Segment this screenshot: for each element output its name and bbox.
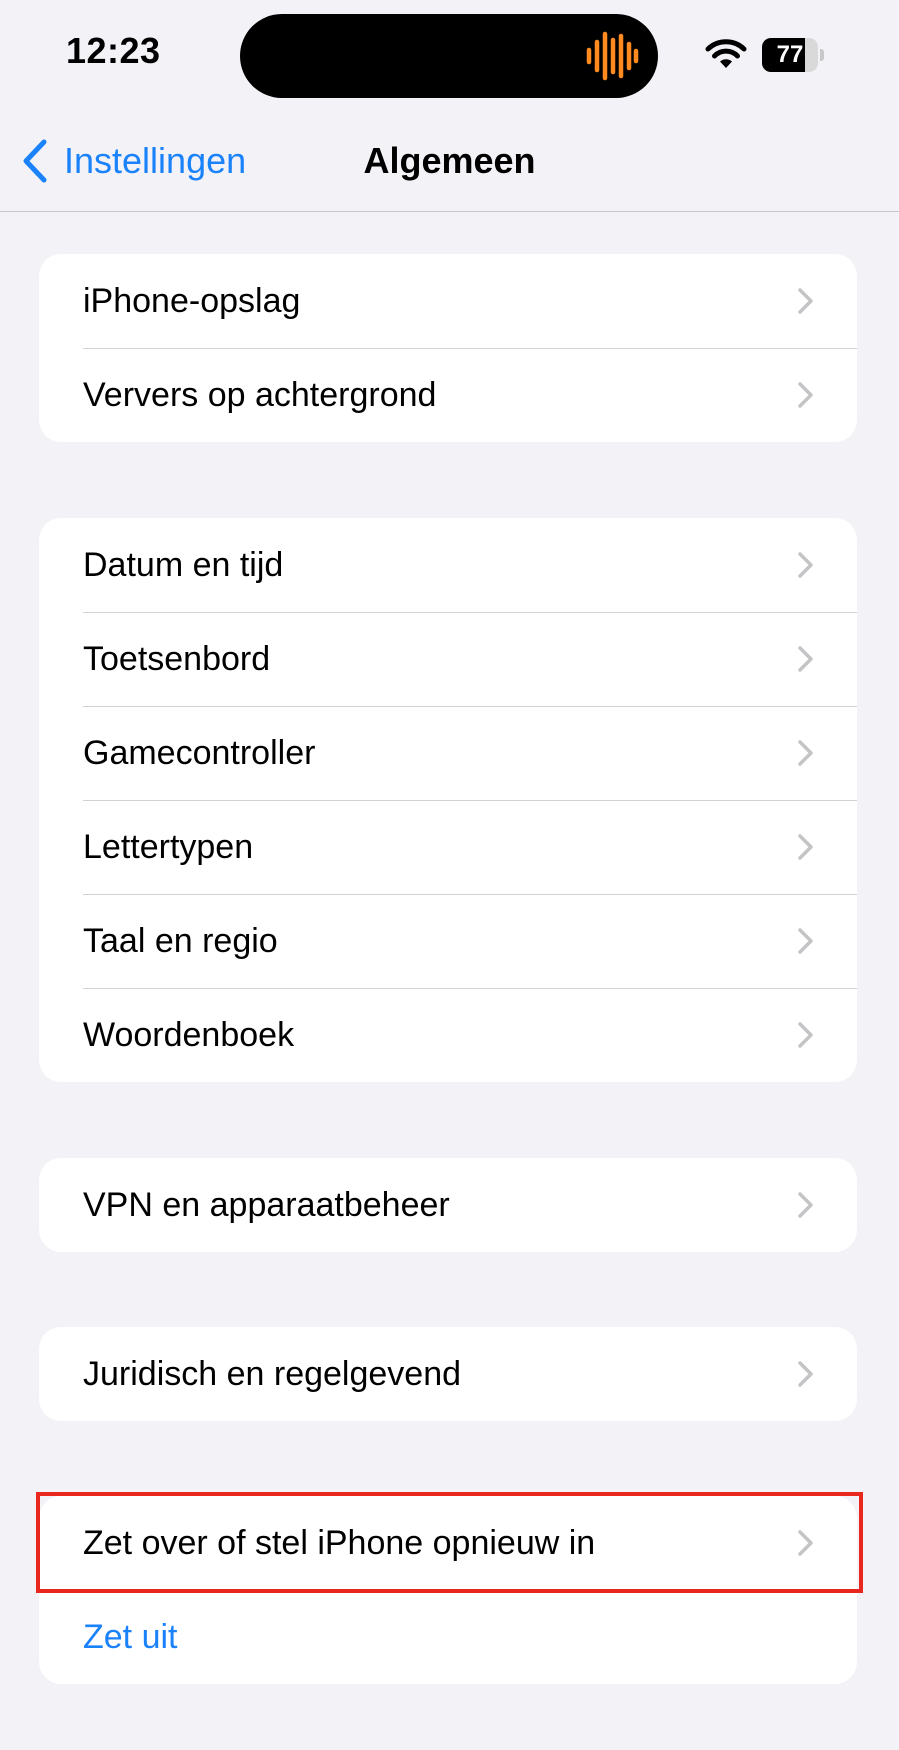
chevron-right-icon	[798, 740, 813, 766]
chevron-right-icon	[798, 382, 813, 408]
shutdown-label: Zet uit	[83, 1617, 178, 1656]
settings-group-storage: iPhone-opslag Ververs op achtergrond	[39, 254, 857, 442]
dynamic-island	[240, 14, 658, 98]
settings-row-vpn-device-management[interactable]: VPN en apparaatbeheer	[39, 1158, 857, 1252]
settings-row-legal-regulatory[interactable]: Juridisch en regelgevend	[39, 1327, 857, 1421]
row-label: Woordenboek	[83, 1015, 295, 1054]
chevron-right-icon	[798, 834, 813, 860]
chevron-right-icon	[798, 552, 813, 578]
chevron-right-icon	[798, 1361, 813, 1387]
chevron-right-icon	[798, 1022, 813, 1048]
battery-body: 77	[762, 38, 818, 72]
battery-level: 77	[776, 41, 804, 68]
wifi-icon	[705, 39, 747, 68]
settings-group-vpn: VPN en apparaatbeheer	[39, 1158, 857, 1252]
row-label: Ververs op achtergrond	[83, 375, 437, 414]
row-label: Gamecontroller	[83, 733, 316, 772]
row-label: Taal en regio	[83, 921, 278, 960]
row-label: Lettertypen	[83, 827, 254, 866]
row-label: Toetsenbord	[83, 639, 271, 678]
shutdown-button[interactable]: Zet uit	[39, 1590, 857, 1684]
settings-row-background-refresh[interactable]: Ververs op achtergrond	[39, 348, 857, 442]
settings-row-dictionary[interactable]: Woordenboek	[39, 988, 857, 1082]
settings-group-legal: Juridisch en regelgevend	[39, 1327, 857, 1421]
settings-row-language-region[interactable]: Taal en regio	[39, 894, 857, 988]
chevron-right-icon	[798, 928, 813, 954]
highlight-annotation	[36, 1492, 863, 1593]
battery-icon: 77	[762, 38, 824, 72]
chevron-right-icon	[798, 288, 813, 314]
page-title: Algemeen	[363, 140, 536, 181]
settings-row-game-controller[interactable]: Gamecontroller	[39, 706, 857, 800]
waveform-icon	[586, 31, 639, 81]
battery-nub	[820, 49, 824, 61]
status-time: 12:23	[66, 30, 161, 71]
row-label: VPN en apparaatbeheer	[83, 1185, 450, 1224]
navigation-bar: Instellingen Algemeen	[0, 110, 899, 212]
settings-group-regional: Datum en tijd Toetsenbord Gamecontroller…	[39, 518, 857, 1082]
settings-row-date-time[interactable]: Datum en tijd	[39, 518, 857, 612]
settings-general-screen: 12:23 77 Instellingen Algemeen iPhone-op…	[0, 0, 899, 1750]
row-label: Juridisch en regelgevend	[83, 1354, 462, 1393]
settings-row-iphone-storage[interactable]: iPhone-opslag	[39, 254, 857, 348]
row-label: iPhone-opslag	[83, 281, 301, 320]
chevron-right-icon	[798, 1192, 813, 1218]
row-label: Datum en tijd	[83, 545, 284, 584]
settings-row-keyboard[interactable]: Toetsenbord	[39, 612, 857, 706]
status-bar: 12:23 77	[0, 0, 899, 110]
settings-row-fonts[interactable]: Lettertypen	[39, 800, 857, 894]
chevron-right-icon	[798, 646, 813, 672]
